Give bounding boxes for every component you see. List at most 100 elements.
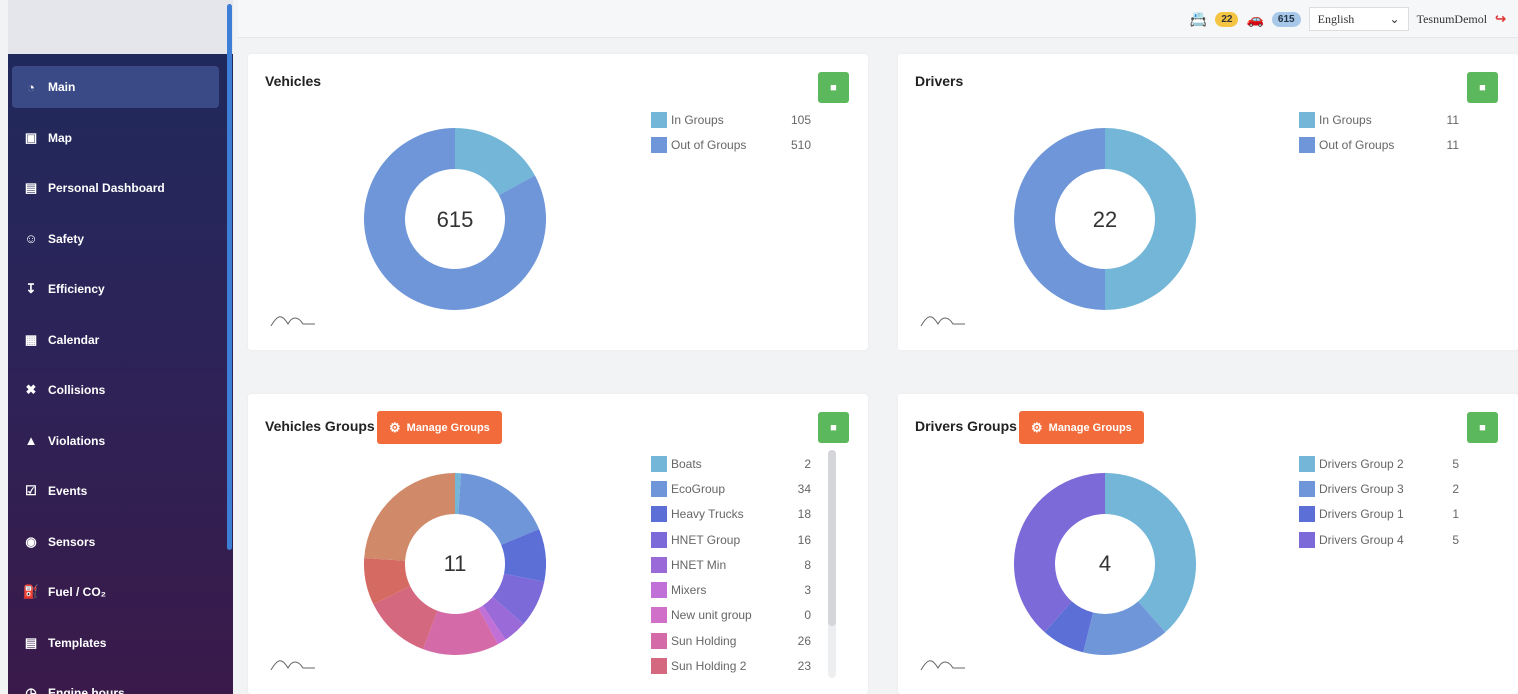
legend-value: 11	[1446, 137, 1459, 152]
sidebar-nav: ◔ Main ▣ Map ▤ Personal Dashboard ☺ Safety ↧ Effi…	[8, 54, 233, 694]
donut-total: 22	[1092, 207, 1118, 232]
legend-item[interactable]: Drivers Group 4 5	[1299, 527, 1459, 552]
sidebar-item-events[interactable]: ☑ Events	[12, 470, 219, 512]
file-icon: ■	[830, 81, 837, 94]
sidebar-item-personal-dashboard[interactable]: ▤ Personal Dashboard	[12, 167, 219, 209]
legend-swatch	[651, 136, 667, 153]
legend-item[interactable]: Out of Groups 11	[1299, 132, 1459, 157]
sidebar-item-efficiency[interactable]: ↧ Efficiency	[12, 268, 219, 310]
legend-value: 0	[804, 608, 811, 623]
legend-value: 11	[1446, 112, 1459, 127]
language-select[interactable]: English ⌄	[1308, 7, 1409, 31]
export-button[interactable]: ■	[1467, 412, 1498, 443]
legend-item[interactable]: HNET Group 16	[651, 527, 811, 552]
legend-swatch	[651, 556, 667, 573]
export-button[interactable]: ■	[818, 412, 849, 443]
legend-label: Mixers	[671, 583, 707, 598]
driver-card-icon[interactable]: 📇	[1190, 11, 1207, 28]
legend-item[interactable]: HNET Min 8	[651, 552, 811, 577]
legend-item[interactable]: Drivers Group 3 2	[1299, 476, 1459, 501]
legend-item[interactable]: Heavy Trucks 18	[651, 502, 811, 527]
card-title: Vehicles	[265, 73, 322, 89]
legend-item[interactable]: Out of Groups 510	[651, 132, 811, 157]
legend-item[interactable]: In Groups 11	[1299, 107, 1459, 132]
legend-item[interactable]: New unit group 0	[651, 603, 811, 628]
sidebar-item-sensors[interactable]: ◉ Sensors	[12, 521, 219, 563]
calendar-check-icon: ☑	[25, 483, 37, 498]
sidebar-item-safety[interactable]: ☺ Safety	[12, 218, 219, 260]
scrollbar-thumb[interactable]	[828, 450, 836, 626]
calendar-icon: ▦	[24, 331, 38, 347]
sidebar-item-templates[interactable]: ▤ Templates	[12, 622, 219, 664]
sidebar-item-fuel-co[interactable]: ⛽ Fuel / CO₂	[12, 571, 219, 613]
legend-swatch	[1299, 111, 1315, 128]
sidebar-item-label: Main	[48, 80, 76, 94]
legend-label: In Groups	[1319, 112, 1372, 127]
vehicles-legend: In Groups 105 Out of Groups 510	[651, 107, 811, 158]
legend-swatch	[651, 455, 667, 472]
sidebar-item-label: Personal Dashboard	[48, 181, 165, 195]
file-icon: ■	[1479, 81, 1486, 94]
legend-label: Out of Groups	[1319, 137, 1395, 152]
language-value: English	[1317, 11, 1355, 26]
legend-item[interactable]: Sun Holding 2 23	[651, 653, 811, 678]
legend-swatch	[651, 480, 667, 497]
legend-item[interactable]: EcoGroup 34	[651, 476, 811, 501]
sidebar-item-collisions[interactable]: ✖ Collisions	[12, 369, 219, 411]
sparkline-icon[interactable]	[270, 312, 316, 328]
fuel-pump-icon: ⛽	[22, 584, 40, 599]
legend-value: 18	[797, 507, 811, 522]
table-icon: ▤	[24, 634, 38, 650]
sidebar-logo-area	[8, 0, 233, 54]
sidebar-item-label: Calendar	[48, 332, 100, 347]
manage-groups-button[interactable]: ⚙ Manage Groups	[377, 411, 502, 444]
username[interactable]: TesnumDemol	[1417, 12, 1487, 27]
vehicles-count-badge[interactable]: 615	[1271, 11, 1301, 27]
legend-item[interactable]: Mixers 3	[651, 577, 811, 602]
legend-item[interactable]: Sun Holding 26	[651, 628, 811, 653]
manage-groups-button[interactable]: ⚙ Manage Groups	[1019, 411, 1144, 444]
legend-label: Heavy Trucks	[671, 507, 744, 522]
legend-label: Out of Groups	[671, 137, 747, 152]
sidebar-item-calendar[interactable]: ▦ Calendar	[12, 319, 219, 361]
legend-value: 5	[1452, 456, 1459, 471]
export-button[interactable]: ■	[1467, 72, 1498, 103]
sparkline-icon[interactable]	[270, 656, 316, 672]
sparkline-icon[interactable]	[920, 312, 966, 328]
legend-swatch	[651, 506, 667, 523]
vehicles-groups-legend: Boats 2 EcoGroup 34 Heavy Trucks 18 HNET Group…	[651, 451, 811, 679]
sidebar-scrollbar[interactable]	[227, 4, 232, 550]
warning-icon: ▲	[24, 433, 38, 448]
legend-value: 2	[804, 456, 811, 471]
donut-slice[interactable]	[458, 473, 540, 545]
drivers-count-badge[interactable]: 22	[1215, 11, 1239, 27]
sidebar-item-map[interactable]: ▣ Map	[12, 117, 219, 159]
sidebar-item-label: Efficiency	[48, 282, 105, 296]
gear-icon: ⚙	[389, 419, 401, 435]
legend-scrollbar[interactable]	[828, 450, 836, 678]
car-icon[interactable]: 🚗	[1246, 11, 1263, 28]
file-icon: ■	[1479, 421, 1486, 434]
sidebar-item-violations[interactable]: ▲ Violations	[12, 420, 219, 462]
legend-label: New unit group	[671, 608, 752, 623]
legend-swatch	[1299, 455, 1315, 472]
sidebar-item-label: Safety	[48, 231, 85, 246]
legend-item[interactable]: Boats 2	[651, 451, 811, 476]
legend-item[interactable]: Drivers Group 2 5	[1299, 451, 1459, 476]
drivers-groups-legend: Drivers Group 2 5 Drivers Group 3 2 Drivers …	[1299, 451, 1459, 552]
sparkline-icon[interactable]	[920, 656, 966, 672]
legend-swatch	[1299, 136, 1315, 153]
collision-car-icon: ✖	[25, 382, 37, 397]
legend-value: 2	[1452, 481, 1459, 496]
sidebar-item-main[interactable]: ◔ Main	[12, 66, 219, 108]
manage-groups-label: Manage Groups	[406, 421, 490, 434]
legend-value: 8	[804, 557, 811, 572]
chevron-down-icon: ⌄	[1389, 11, 1400, 26]
logout-icon[interactable]: ↪	[1495, 11, 1506, 27]
legend-item[interactable]: In Groups 105	[651, 107, 811, 132]
legend-item[interactable]: Drivers Group 1 1	[1299, 502, 1459, 527]
vehicles-groups-card: Vehicles Groups ⚙ Manage Groups ■ 11 Boa…	[248, 394, 868, 694]
sidebar-item-engine-hours[interactable]: ◷ Engine hours	[12, 672, 219, 694]
legend-swatch	[1299, 480, 1315, 497]
export-button[interactable]: ■	[818, 72, 849, 103]
